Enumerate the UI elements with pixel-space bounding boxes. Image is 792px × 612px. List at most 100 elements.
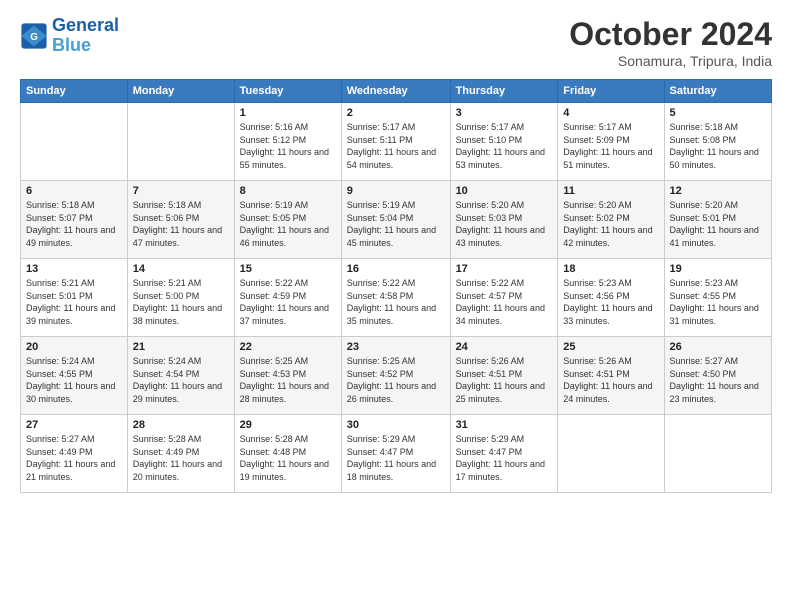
day-info: Sunrise: 5:25 AM Sunset: 4:52 PM Dayligh… <box>347 355 445 405</box>
day-number: 11 <box>563 185 658 197</box>
calendar-cell: 6 Sunrise: 5:18 AM Sunset: 5:07 PM Daylig… <box>21 181 128 259</box>
day-info: Sunrise: 5:19 AM Sunset: 5:05 PM Dayligh… <box>240 199 336 249</box>
day-number: 10 <box>456 185 553 197</box>
logo-line1: General <box>52 15 119 35</box>
calendar-week-row: 27 Sunrise: 5:27 AM Sunset: 4:49 PM Dayli… <box>21 415 772 493</box>
day-info: Sunrise: 5:22 AM Sunset: 4:59 PM Dayligh… <box>240 277 336 327</box>
day-number: 14 <box>133 263 229 275</box>
day-info: Sunrise: 5:24 AM Sunset: 4:55 PM Dayligh… <box>26 355 122 405</box>
calendar-cell: 26Sunrise: 5:27 AM Sunset: 4:50 PM Dayli… <box>664 337 772 415</box>
calendar-cell: 28Sunrise: 5:28 AM Sunset: 4:49 PM Dayli… <box>127 415 234 493</box>
day-number: 9 <box>347 185 445 197</box>
day-number: 1 <box>240 107 336 119</box>
calendar-table: SundayMondayTuesdayWednesdayThursdayFrid… <box>20 79 772 493</box>
day-info: Sunrise: 5:28 AM Sunset: 4:49 PM Dayligh… <box>133 433 229 483</box>
weekday-header: Monday <box>127 80 234 103</box>
day-number: 27 <box>26 419 122 431</box>
day-number: 22 <box>240 341 336 353</box>
day-info: Sunrise: 5:28 AM Sunset: 4:48 PM Dayligh… <box>240 433 336 483</box>
day-number: 2 <box>347 107 445 119</box>
calendar-cell <box>558 415 664 493</box>
title-block: October 2024 Sonamura, Tripura, India <box>569 16 772 69</box>
day-info: Sunrise: 5:20 AM Sunset: 5:01 PM Dayligh… <box>670 199 767 249</box>
day-number: 5 <box>670 107 767 119</box>
calendar-cell: 8Sunrise: 5:19 AM Sunset: 5:05 PM Daylig… <box>234 181 341 259</box>
day-info: Sunrise: 5:22 AM Sunset: 4:57 PM Dayligh… <box>456 277 553 327</box>
day-info: Sunrise: 5:23 AM Sunset: 4:56 PM Dayligh… <box>563 277 658 327</box>
day-number: 23 <box>347 341 445 353</box>
day-number: 16 <box>347 263 445 275</box>
calendar-cell: 1 Sunrise: 5:16 AM Sunset: 5:12 PM Daylig… <box>234 103 341 181</box>
calendar-cell: 10Sunrise: 5:20 AM Sunset: 5:03 PM Dayli… <box>450 181 558 259</box>
weekday-header: Tuesday <box>234 80 341 103</box>
calendar-cell: 18Sunrise: 5:23 AM Sunset: 4:56 PM Dayli… <box>558 259 664 337</box>
day-number: 12 <box>670 185 767 197</box>
weekday-header: Sunday <box>21 80 128 103</box>
day-info: Sunrise: 5:22 AM Sunset: 4:58 PM Dayligh… <box>347 277 445 327</box>
calendar-cell: 3Sunrise: 5:17 AM Sunset: 5:10 PM Daylig… <box>450 103 558 181</box>
day-info: Sunrise: 5:26 AM Sunset: 4:51 PM Dayligh… <box>456 355 553 405</box>
day-number: 24 <box>456 341 553 353</box>
logo-text: General Blue <box>52 16 119 56</box>
calendar-cell: 5 Sunrise: 5:18 AM Sunset: 5:08 PM Daylig… <box>664 103 772 181</box>
day-number: 30 <box>347 419 445 431</box>
day-info: Sunrise: 5:18 AM Sunset: 5:07 PM Dayligh… <box>26 199 122 249</box>
day-number: 6 <box>26 185 122 197</box>
weekday-header: Thursday <box>450 80 558 103</box>
day-info: Sunrise: 5:16 AM Sunset: 5:12 PM Dayligh… <box>240 121 336 171</box>
calendar-cell: 30 Sunrise: 5:29 AM Sunset: 4:47 PM Dayli… <box>341 415 450 493</box>
day-info: Sunrise: 5:25 AM Sunset: 4:53 PM Dayligh… <box>240 355 336 405</box>
calendar-cell: 7 Sunrise: 5:18 AM Sunset: 5:06 PM Daylig… <box>127 181 234 259</box>
day-info: Sunrise: 5:21 AM Sunset: 5:00 PM Dayligh… <box>133 277 229 327</box>
day-info: Sunrise: 5:23 AM Sunset: 4:55 PM Dayligh… <box>670 277 767 327</box>
calendar-cell: 2Sunrise: 5:17 AM Sunset: 5:11 PM Daylig… <box>341 103 450 181</box>
calendar-week-row: 20 Sunrise: 5:24 AM Sunset: 4:55 PM Dayli… <box>21 337 772 415</box>
calendar-cell: 9 Sunrise: 5:19 AM Sunset: 5:04 PM Daylig… <box>341 181 450 259</box>
header-row: SundayMondayTuesdayWednesdayThursdayFrid… <box>21 80 772 103</box>
calendar-week-row: 6 Sunrise: 5:18 AM Sunset: 5:07 PM Daylig… <box>21 181 772 259</box>
day-info: Sunrise: 5:19 AM Sunset: 5:04 PM Dayligh… <box>347 199 445 249</box>
day-number: 7 <box>133 185 229 197</box>
day-number: 21 <box>133 341 229 353</box>
header: G General Blue October 2024 Sonamura, Tr… <box>20 16 772 69</box>
logo: G General Blue <box>20 16 119 56</box>
calendar-cell: 25Sunrise: 5:26 AM Sunset: 4:51 PM Dayli… <box>558 337 664 415</box>
day-info: Sunrise: 5:24 AM Sunset: 4:54 PM Dayligh… <box>133 355 229 405</box>
calendar-cell <box>127 103 234 181</box>
calendar-cell: 27 Sunrise: 5:27 AM Sunset: 4:49 PM Dayli… <box>21 415 128 493</box>
day-info: Sunrise: 5:17 AM Sunset: 5:09 PM Dayligh… <box>563 121 658 171</box>
day-number: 25 <box>563 341 658 353</box>
svg-text:G: G <box>30 32 38 43</box>
weekday-header: Friday <box>558 80 664 103</box>
calendar-week-row: 13 Sunrise: 5:21 AM Sunset: 5:01 PM Dayli… <box>21 259 772 337</box>
day-info: Sunrise: 5:21 AM Sunset: 5:01 PM Dayligh… <box>26 277 122 327</box>
calendar-cell: 24 Sunrise: 5:26 AM Sunset: 4:51 PM Dayli… <box>450 337 558 415</box>
calendar-cell: 17Sunrise: 5:22 AM Sunset: 4:57 PM Dayli… <box>450 259 558 337</box>
calendar-cell: 16 Sunrise: 5:22 AM Sunset: 4:58 PM Dayli… <box>341 259 450 337</box>
calendar-cell: 14 Sunrise: 5:21 AM Sunset: 5:00 PM Dayli… <box>127 259 234 337</box>
month-title: October 2024 <box>569 16 772 53</box>
day-info: Sunrise: 5:27 AM Sunset: 4:49 PM Dayligh… <box>26 433 122 483</box>
day-info: Sunrise: 5:17 AM Sunset: 5:10 PM Dayligh… <box>456 121 553 171</box>
day-number: 20 <box>26 341 122 353</box>
calendar-cell: 12 Sunrise: 5:20 AM Sunset: 5:01 PM Dayli… <box>664 181 772 259</box>
day-number: 4 <box>563 107 658 119</box>
day-number: 29 <box>240 419 336 431</box>
calendar-cell: 15 Sunrise: 5:22 AM Sunset: 4:59 PM Dayli… <box>234 259 341 337</box>
logo-icon: G <box>20 22 48 50</box>
calendar-cell: 23 Sunrise: 5:25 AM Sunset: 4:52 PM Dayli… <box>341 337 450 415</box>
day-info: Sunrise: 5:18 AM Sunset: 5:08 PM Dayligh… <box>670 121 767 171</box>
day-info: Sunrise: 5:27 AM Sunset: 4:50 PM Dayligh… <box>670 355 767 405</box>
day-number: 15 <box>240 263 336 275</box>
calendar-cell: 20 Sunrise: 5:24 AM Sunset: 4:55 PM Dayli… <box>21 337 128 415</box>
calendar-cell <box>21 103 128 181</box>
calendar-cell: 4 Sunrise: 5:17 AM Sunset: 5:09 PM Daylig… <box>558 103 664 181</box>
day-info: Sunrise: 5:29 AM Sunset: 4:47 PM Dayligh… <box>347 433 445 483</box>
calendar-cell: 29 Sunrise: 5:28 AM Sunset: 4:48 PM Dayli… <box>234 415 341 493</box>
calendar-cell: 31Sunrise: 5:29 AM Sunset: 4:47 PM Dayli… <box>450 415 558 493</box>
calendar-cell: 13 Sunrise: 5:21 AM Sunset: 5:01 PM Dayli… <box>21 259 128 337</box>
day-number: 13 <box>26 263 122 275</box>
calendar-cell: 19Sunrise: 5:23 AM Sunset: 4:55 PM Dayli… <box>664 259 772 337</box>
day-info: Sunrise: 5:18 AM Sunset: 5:06 PM Dayligh… <box>133 199 229 249</box>
calendar-cell: 11Sunrise: 5:20 AM Sunset: 5:02 PM Dayli… <box>558 181 664 259</box>
